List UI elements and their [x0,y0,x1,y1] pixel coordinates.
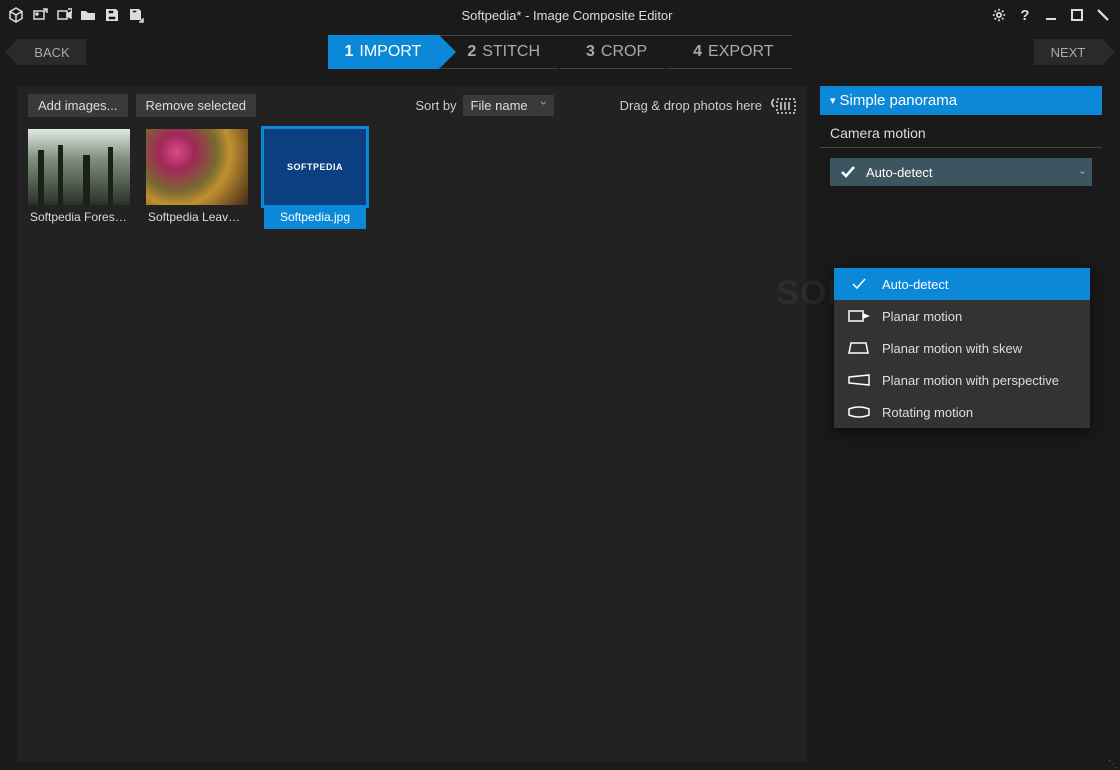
planar-skew-icon [848,340,870,356]
dropdown-item-planar-motion[interactable]: Planar motion [834,300,1090,332]
step-stitch[interactable]: 2STITCH [439,35,558,69]
new-from-images-icon[interactable] [30,5,50,25]
thumbnail-label: Softpedia.jpg [264,205,366,229]
title-bar: Softpedia* - Image Composite Editor ? [0,0,1120,30]
dropdown-item-auto-detect[interactable]: Auto-detect [834,268,1090,300]
panel-header-simple-panorama[interactable]: ▾ Simple panorama [820,86,1102,115]
camera-motion-label: Camera motion [820,115,1102,148]
rotating-icon [848,404,870,420]
chevron-down-icon: ▾ [830,94,836,107]
back-button[interactable]: BACK [18,39,86,65]
drag-drop-hint: Drag & drop photos here [620,97,796,115]
chevron-down-icon: › [1077,170,1088,173]
dropdown-item-planar-perspective[interactable]: Planar motion with perspective [834,364,1090,396]
thumbnail-image: SOFTPEDIA [264,129,366,205]
add-images-button[interactable]: Add images... [28,94,128,117]
maximize-icon[interactable] [1066,4,1088,26]
step-import[interactable]: 1IMPORT [328,35,439,69]
thumbnail-label: Softpedia Leaves.... [146,205,248,229]
save-as-icon[interactable] [126,5,146,25]
drop-target-icon [768,97,796,115]
dropdown-item-rotating-motion[interactable]: Rotating motion [834,396,1090,428]
camera-motion-select[interactable]: Auto-detect › [830,158,1092,186]
minimize-icon[interactable] [1040,4,1062,26]
thumbnail-image [28,129,130,205]
dropdown-item-planar-skew[interactable]: Planar motion with skew [834,332,1090,364]
planar-icon [848,308,870,324]
window-title: Softpedia* - Image Composite Editor [146,8,988,23]
resize-grip[interactable] [1108,758,1118,768]
open-folder-icon[interactable] [78,5,98,25]
thumbnail-grid[interactable]: Softpedia Forest.j... Softpedia Leaves..… [18,125,806,233]
step-crop[interactable]: 3CROP [558,35,665,69]
sort-by-label: Sort by [415,98,456,113]
titlebar-left-icons [6,5,146,25]
check-icon [848,276,870,292]
settings-icon[interactable] [988,4,1010,26]
sort-by-select[interactable]: File name [463,95,554,116]
thumbnail-item[interactable]: Softpedia Leaves.... [146,129,248,229]
images-panel: Add images... Remove selected Sort by Fi… [18,86,806,762]
thumbnail-image [146,129,248,205]
close-icon[interactable] [1092,4,1114,26]
new-panorama-icon[interactable] [6,5,26,25]
thumbnail-label: Softpedia Forest.j... [28,205,130,229]
images-toolbar: Add images... Remove selected Sort by Fi… [18,86,806,125]
workflow-steps: 1IMPORT 2STITCH 3CROP 4EXPORT [328,35,791,69]
body: SOFTPEDIA Add images... Remove selected … [0,74,1120,770]
nav-bar: BACK 1IMPORT 2STITCH 3CROP 4EXPORT NEXT [0,30,1120,74]
next-button[interactable]: NEXT [1034,39,1102,65]
titlebar-right-controls: ? [988,4,1114,26]
step-export[interactable]: 4EXPORT [665,35,791,69]
help-icon[interactable]: ? [1014,4,1036,26]
camera-motion-dropdown: Auto-detect Planar motion Planar motion … [834,268,1090,428]
thumbnail-item[interactable]: SOFTPEDIA Softpedia.jpg [264,129,366,229]
save-icon[interactable] [102,5,122,25]
new-from-video-icon[interactable] [54,5,74,25]
check-icon [840,164,856,180]
remove-selected-button[interactable]: Remove selected [136,94,256,117]
planar-perspective-icon [848,372,870,388]
thumbnail-item[interactable]: Softpedia Forest.j... [28,129,130,229]
